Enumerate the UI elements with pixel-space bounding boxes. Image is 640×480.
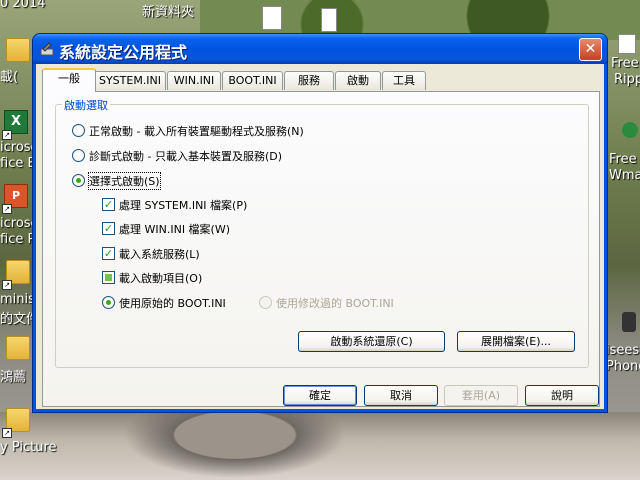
launch-system-restore-button[interactable]: 啟動系統還原(C)	[298, 331, 445, 352]
normal-startup-label[interactable]: 正常啟動 - 載入所有裝置驅動程式及服務(N)	[89, 123, 304, 139]
load-startup-items-label[interactable]: 載入啟動項目(O)	[119, 270, 202, 286]
ok-button[interactable]: 確定	[283, 385, 357, 406]
desktop-label-phone-2[interactable]: Phone	[606, 359, 640, 374]
desktop-wallpaper-animal	[120, 405, 350, 480]
desktop-label-free-ripper-2[interactable]: Ripp	[614, 72, 640, 87]
expand-file-button[interactable]: 展開檔案(E)...	[457, 331, 575, 352]
load-system-services-checkbox[interactable]: ✓	[102, 247, 115, 260]
shortcut-arrow-icon: ↗	[2, 130, 12, 140]
document-icon[interactable]	[321, 8, 337, 32]
load-startup-items-checkbox[interactable]	[102, 271, 115, 284]
document-icon[interactable]	[618, 34, 636, 54]
shortcut-arrow-icon: ↗	[2, 428, 12, 438]
document-icon[interactable]	[262, 6, 282, 30]
apply-button[interactable]: 套用(A)	[444, 385, 518, 406]
startup-selection-group: 啟動選取 正常啟動 - 載入所有裝置驅動程式及服務(N) 診斷式啟動 - 只載入…	[55, 97, 589, 368]
media-app-icon[interactable]	[622, 122, 638, 138]
title-bar[interactable]: 系統設定公用程式 ✕	[33, 34, 607, 64]
tab-boot-ini[interactable]: BOOT.INI	[222, 71, 283, 90]
original-boot-ini-radio[interactable]	[102, 296, 115, 309]
system-configuration-window: 系統設定公用程式 ✕ 一般 SYSTEM.INI WIN.INI BOOT.IN…	[33, 34, 607, 412]
process-system-ini-checkbox[interactable]: ✓	[102, 198, 115, 211]
desktop-label-my-pictures[interactable]: y Picture	[0, 440, 57, 455]
system-config-icon	[40, 42, 54, 56]
desktop-label-itunes[interactable]: 0 2014	[0, 0, 46, 11]
process-system-ini-label[interactable]: 處理 SYSTEM.INI 檔案(P)	[119, 197, 247, 213]
cancel-button[interactable]: 取消	[364, 385, 438, 406]
desktop-label-excel-2[interactable]: fice E	[0, 156, 36, 171]
tab-tools[interactable]: 工具	[382, 71, 426, 90]
folder-icon[interactable]	[6, 38, 30, 62]
tab-system-ini[interactable]: SYSTEM.INI	[94, 71, 166, 90]
desktop-label-free-wma-1[interactable]: Free	[609, 152, 637, 167]
tab-services[interactable]: 服務	[284, 71, 334, 90]
shortcut-arrow-icon: ↗	[2, 280, 12, 290]
load-system-services-label[interactable]: 載入系統服務(L)	[119, 246, 200, 262]
phone-app-icon[interactable]	[622, 312, 636, 332]
desktop-label-admin-1[interactable]: minis	[0, 292, 35, 307]
desktop-label-free-wma-2[interactable]: Wma	[609, 168, 640, 183]
tab-startup[interactable]: 啟動	[335, 71, 381, 90]
process-win-ini-checkbox[interactable]: ✓	[102, 222, 115, 235]
window-title: 系統設定公用程式	[59, 43, 188, 62]
desktop-label-ppt-2[interactable]: fice P	[0, 232, 35, 247]
shortcut-arrow-icon: ↗	[2, 204, 12, 214]
modified-boot-ini-label: 使用修改過的 BOOT.INI	[276, 297, 394, 310]
folder-icon[interactable]	[6, 336, 30, 360]
normal-startup-radio[interactable]	[72, 124, 85, 137]
group-legend: 啟動選取	[62, 97, 110, 113]
general-tab-panel: 啟動選取 正常啟動 - 載入所有裝置驅動程式及服務(N) 診斷式啟動 - 只載入…	[42, 91, 600, 407]
help-button[interactable]: 說明	[525, 385, 599, 406]
desktop-label-new-folder[interactable]: 新資料夾	[142, 1, 194, 20]
tab-win-ini[interactable]: WIN.INI	[167, 71, 221, 90]
selective-startup-label[interactable]: 選擇式啟動(S)	[88, 172, 161, 190]
diagnostic-startup-radio[interactable]	[72, 149, 85, 162]
close-button[interactable]: ✕	[579, 38, 602, 61]
desktop-label-phone-1[interactable]: iseesa	[606, 343, 640, 358]
diagnostic-startup-label[interactable]: 診斷式啟動 - 只載入基本裝置及服務(D)	[89, 148, 282, 164]
process-win-ini-label[interactable]: 處理 WIN.INI 檔案(W)	[119, 221, 230, 237]
selective-startup-radio[interactable]	[72, 174, 85, 187]
desktop-label-free-ripper-1[interactable]: Free	[611, 56, 639, 71]
dialog-client-area: 一般 SYSTEM.INI WIN.INI BOOT.INI 服務 啟動 工具 …	[36, 64, 604, 409]
tab-general[interactable]: 一般	[42, 68, 96, 92]
desktop-label-download[interactable]: 載(	[0, 66, 18, 85]
modified-boot-ini-radio	[259, 296, 272, 309]
desktop-label-folder[interactable]: 鴻薦	[0, 366, 26, 385]
original-boot-ini-label[interactable]: 使用原始的 BOOT.INI	[119, 295, 226, 311]
